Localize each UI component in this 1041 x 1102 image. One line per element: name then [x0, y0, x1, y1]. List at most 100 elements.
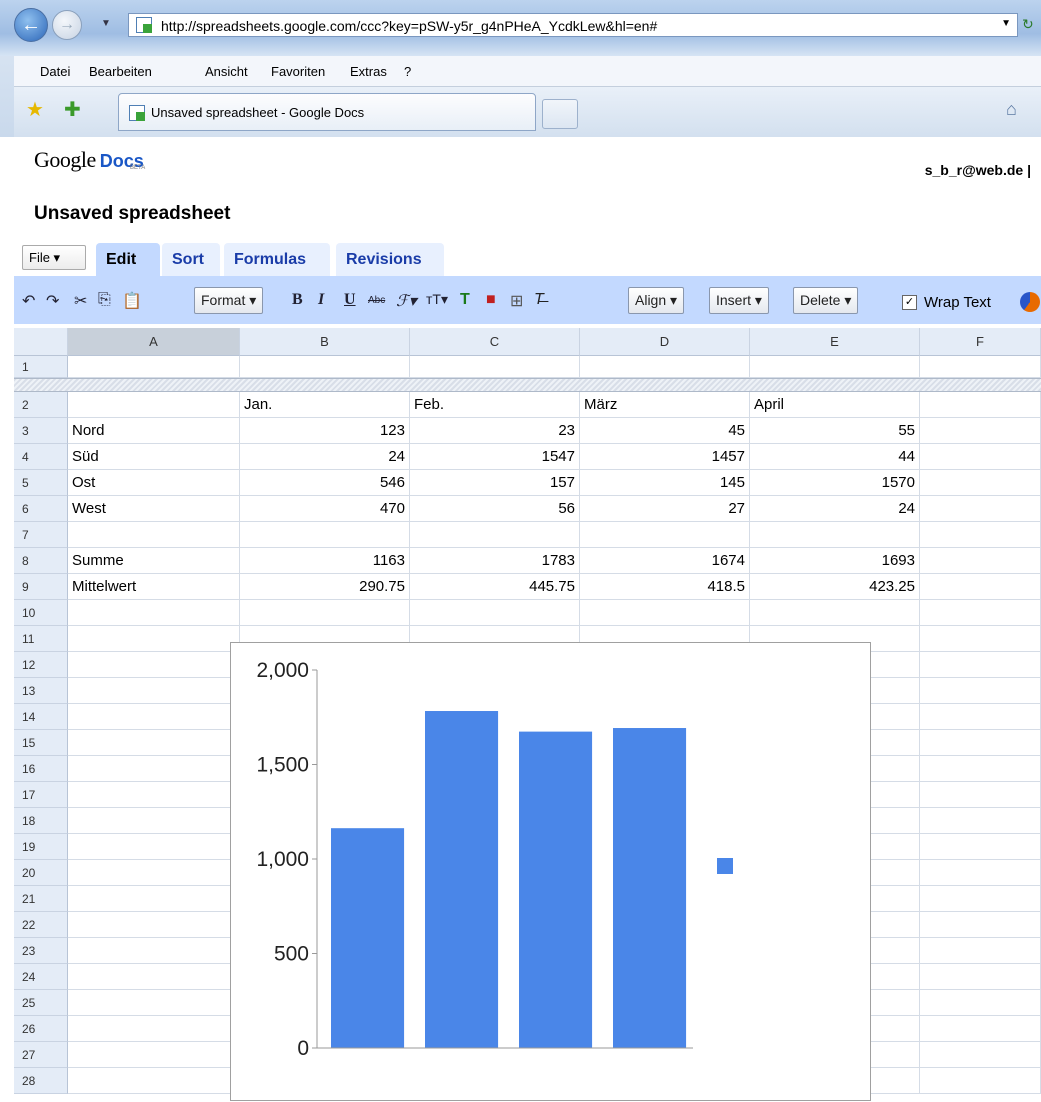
insert-button[interactable]: Insert ▾	[709, 287, 769, 314]
cell-e5[interactable]: 1570	[750, 470, 920, 496]
cell-e3[interactable]: 55	[750, 418, 920, 444]
cell-a18[interactable]	[68, 808, 240, 834]
cell-f13[interactable]	[920, 678, 1041, 704]
cell-a9[interactable]: Mittelwert	[68, 574, 240, 600]
align-button[interactable]: Align ▾	[628, 287, 685, 314]
column-header-e[interactable]: E	[750, 328, 920, 356]
cell-a24[interactable]	[68, 964, 240, 990]
row-header-1[interactable]: 1	[14, 356, 68, 378]
row-header-25[interactable]: 25	[14, 990, 68, 1016]
home-icon[interactable]: ⌂	[1006, 99, 1017, 120]
cell-b4[interactable]: 24	[240, 444, 410, 470]
row-header-15[interactable]: 15	[14, 730, 68, 756]
row-header-20[interactable]: 20	[14, 860, 68, 886]
row-header-13[interactable]: 13	[14, 678, 68, 704]
menu-datei[interactable]: Datei	[40, 64, 70, 79]
cell-d3[interactable]: 45	[580, 418, 750, 444]
new-tab-button[interactable]	[542, 99, 578, 129]
freeze-rows-handle[interactable]	[14, 378, 1041, 392]
row-header-21[interactable]: 21	[14, 886, 68, 912]
cell-c3[interactable]: 23	[410, 418, 580, 444]
cell-b3[interactable]: 123	[240, 418, 410, 444]
column-header-c[interactable]: C	[410, 328, 580, 356]
tab-formulas[interactable]: Formulas	[224, 243, 330, 276]
cell-f3[interactable]	[920, 418, 1041, 444]
address-dropdown-icon[interactable]: ▼	[1001, 18, 1011, 29]
row-header-12[interactable]: 12	[14, 652, 68, 678]
cell-f2[interactable]	[920, 392, 1041, 418]
strikethrough-icon[interactable]: Abc	[368, 295, 385, 306]
redo-icon[interactable]: ↷	[46, 291, 59, 311]
cell-f5[interactable]	[920, 470, 1041, 496]
chart-bar-März[interactable]	[519, 731, 593, 1048]
cell-a5[interactable]: Ost	[68, 470, 240, 496]
cell-f8[interactable]	[920, 548, 1041, 574]
cell-f7[interactable]	[920, 522, 1041, 548]
address-bar[interactable]: http://spreadsheets.google.com/ccc?key=p…	[128, 13, 1018, 37]
recent-pages-dropdown-icon[interactable]: ▼	[101, 18, 111, 29]
cell-a10[interactable]	[68, 600, 240, 626]
wrap-text-checkbox[interactable]: ✓	[902, 295, 917, 310]
refresh-icon[interactable]: ↻	[1022, 16, 1034, 33]
cell-f23[interactable]	[920, 938, 1041, 964]
cell-f1[interactable]	[920, 356, 1041, 378]
favorites-star-icon[interactable]: ★	[26, 97, 44, 122]
row-header-27[interactable]: 27	[14, 1042, 68, 1068]
text-color-icon[interactable]: T	[460, 291, 470, 309]
row-header-3[interactable]: 3	[14, 418, 68, 444]
row-header-11[interactable]: 11	[14, 626, 68, 652]
cell-d9[interactable]: 418.5	[580, 574, 750, 600]
cell-f21[interactable]	[920, 886, 1041, 912]
cell-d4[interactable]: 1457	[580, 444, 750, 470]
cell-e10[interactable]	[750, 600, 920, 626]
cell-a3[interactable]: Nord	[68, 418, 240, 444]
row-header-7[interactable]: 7	[14, 522, 68, 548]
document-title[interactable]: Unsaved spreadsheet	[34, 203, 230, 225]
back-button[interactable]: ←	[14, 8, 48, 42]
menu-help[interactable]: ?	[404, 64, 411, 79]
cell-f9[interactable]	[920, 574, 1041, 600]
cell-b9[interactable]: 290.75	[240, 574, 410, 600]
cell-f19[interactable]	[920, 834, 1041, 860]
tab-sort[interactable]: Sort	[162, 243, 220, 276]
cell-c10[interactable]	[410, 600, 580, 626]
chart-bar-Jan.[interactable]	[331, 828, 405, 1048]
cell-f24[interactable]	[920, 964, 1041, 990]
row-header-17[interactable]: 17	[14, 782, 68, 808]
copy-icon[interactable]: ⎘	[98, 291, 111, 309]
cell-a14[interactable]	[68, 704, 240, 730]
row-header-26[interactable]: 26	[14, 1016, 68, 1042]
row-header-5[interactable]: 5	[14, 470, 68, 496]
menu-extras[interactable]: Extras	[350, 64, 387, 79]
cell-b10[interactable]	[240, 600, 410, 626]
chart-bar-Feb.[interactable]	[425, 711, 499, 1048]
column-header-f[interactable]: F	[920, 328, 1041, 356]
cell-a23[interactable]	[68, 938, 240, 964]
cell-a15[interactable]	[68, 730, 240, 756]
format-button[interactable]: Format ▾	[194, 287, 264, 314]
cell-a8[interactable]: Summe	[68, 548, 240, 574]
row-header-19[interactable]: 19	[14, 834, 68, 860]
cell-b8[interactable]: 1163	[240, 548, 410, 574]
cell-f6[interactable]	[920, 496, 1041, 522]
cell-f22[interactable]	[920, 912, 1041, 938]
tab-edit[interactable]: Edit	[96, 243, 160, 276]
cell-f20[interactable]	[920, 860, 1041, 886]
cell-c1[interactable]	[410, 356, 580, 378]
cell-f15[interactable]	[920, 730, 1041, 756]
cell-f11[interactable]	[920, 626, 1041, 652]
cell-a21[interactable]	[68, 886, 240, 912]
cell-e8[interactable]: 1693	[750, 548, 920, 574]
cell-d8[interactable]: 1674	[580, 548, 750, 574]
clear-format-icon[interactable]: T̶	[534, 291, 544, 309]
browser-tab-active[interactable]: Unsaved spreadsheet - Google Docs	[118, 93, 536, 131]
cell-d6[interactable]: 27	[580, 496, 750, 522]
cell-a27[interactable]	[68, 1042, 240, 1068]
cell-d2[interactable]: März	[580, 392, 750, 418]
cell-a16[interactable]	[68, 756, 240, 782]
cell-c8[interactable]: 1783	[410, 548, 580, 574]
add-favorite-icon[interactable]: ✚	[64, 97, 81, 122]
cell-a11[interactable]	[68, 626, 240, 652]
menu-favoriten[interactable]: Favoriten	[271, 64, 325, 79]
chart-bar-April[interactable]	[613, 728, 687, 1048]
